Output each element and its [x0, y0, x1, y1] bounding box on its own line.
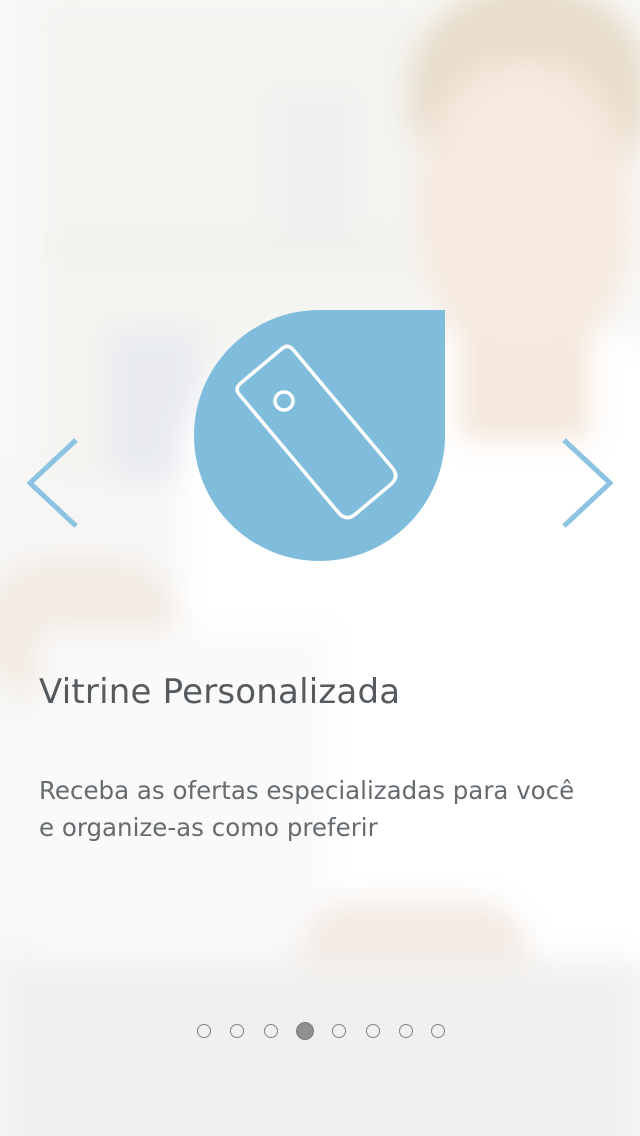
page-dot-7[interactable] — [399, 1024, 413, 1038]
page-dot-2[interactable] — [230, 1024, 244, 1038]
slide-title: Vitrine Personalizada — [39, 672, 401, 712]
price-tag-icon — [235, 344, 398, 520]
next-slide-button[interactable] — [558, 436, 618, 530]
page-dot-8[interactable] — [431, 1024, 445, 1038]
previous-slide-button[interactable] — [22, 436, 82, 530]
slide-description-line: e organize-as como preferir — [39, 813, 378, 842]
background-overlay — [0, 0, 640, 1136]
page-dot-1[interactable] — [197, 1024, 211, 1038]
chevron-left-icon — [26, 438, 78, 528]
page-dot-4-active[interactable] — [296, 1022, 314, 1040]
feature-icon-badge — [194, 310, 445, 561]
onboarding-screen: Vitrine Personalizada Receba as ofertas … — [0, 0, 640, 1136]
page-dot-6[interactable] — [366, 1024, 380, 1038]
chevron-right-icon — [562, 438, 614, 528]
slide-description-line: Receba as ofertas especializadas para vo… — [39, 776, 575, 805]
slide-description: Receba as ofertas especializadas para vo… — [39, 772, 579, 846]
page-dot-3[interactable] — [264, 1024, 278, 1038]
page-indicator — [194, 1022, 454, 1044]
page-dot-5[interactable] — [332, 1024, 346, 1038]
